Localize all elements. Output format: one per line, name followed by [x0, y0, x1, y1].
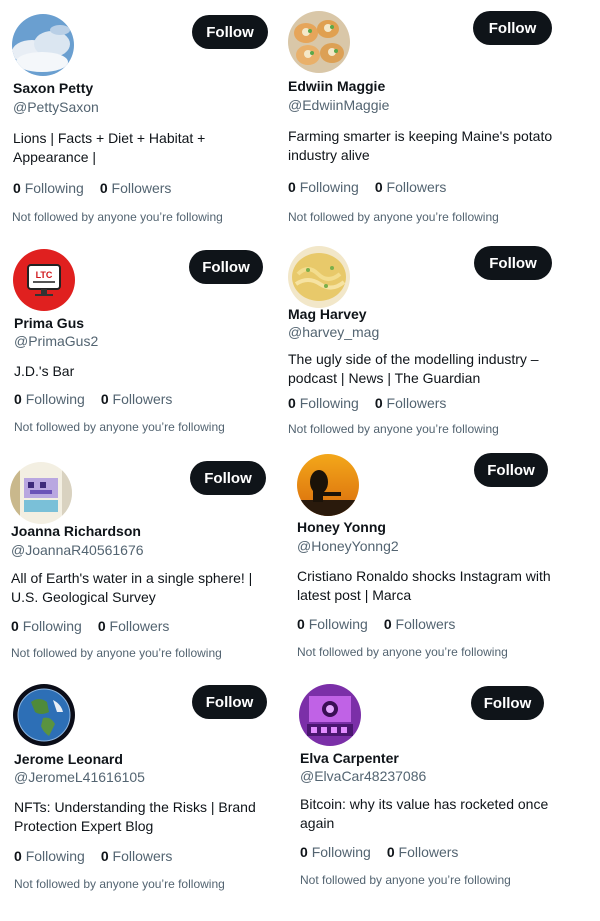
follow-stats: 0 Following 0 Followers	[13, 180, 171, 196]
follow-stats: 0 Following 0 Followers	[300, 844, 458, 860]
mutual-note: Not followed by anyone you’re following	[288, 422, 499, 436]
mutual-note: Not followed by anyone you’re following	[11, 646, 222, 660]
user-handle[interactable]: @HoneyYonng2	[297, 538, 399, 554]
followers-label[interactable]: Followers	[112, 180, 172, 196]
following-count: 0	[288, 179, 296, 195]
follow-button[interactable]: Follow	[192, 685, 267, 719]
followers-count: 0	[97, 618, 106, 634]
following-count: 0	[297, 616, 305, 632]
follow-button[interactable]: Follow	[473, 11, 552, 45]
follow-stats: 0 Following 0 Followers	[288, 395, 446, 411]
user-name[interactable]: Joanna Richardson	[11, 523, 141, 539]
user-handle[interactable]: @PettySaxon	[13, 99, 99, 115]
followers-label[interactable]: Followers	[396, 616, 456, 632]
user-name[interactable]: Honey Yonng	[297, 519, 386, 535]
following-label[interactable]: Following	[26, 391, 85, 407]
following-count: 0	[300, 844, 308, 860]
avatar[interactable]	[13, 684, 75, 746]
user-card[interactable]: Follow Saxon Petty @PettySaxon Lions | F…	[0, 0, 276, 224]
user-handle[interactable]: @PrimaGus2	[14, 333, 98, 349]
avatar[interactable]	[12, 14, 74, 76]
follow-button[interactable]: Follow	[474, 246, 552, 280]
followers-label[interactable]: Followers	[113, 848, 173, 864]
follow-stats: 0 Following 0 Followers	[14, 848, 172, 864]
following-count: 0	[13, 180, 21, 196]
following-count: 0	[288, 395, 296, 411]
user-card[interactable]: Follow Honey Yonng @HoneyYonng2 Cristian…	[282, 452, 558, 672]
follow-button[interactable]: Follow	[192, 15, 268, 49]
svg-text:LTC: LTC	[36, 270, 53, 280]
user-bio: Cristiano Ronaldo shocks Instagram with …	[297, 568, 551, 603]
following-count: 0	[14, 848, 22, 864]
followers-label[interactable]: Followers	[113, 391, 173, 407]
follow-button[interactable]: Follow	[189, 250, 263, 284]
following-count: 0	[11, 618, 19, 634]
user-card[interactable]: Follow Joanna Richardson @JoannaR4056167…	[0, 452, 276, 672]
user-name[interactable]: Mag Harvey	[288, 306, 367, 322]
followers-count: 0	[100, 391, 109, 407]
user-name[interactable]: Edwiin Maggie	[288, 78, 385, 94]
followers-label[interactable]: Followers	[387, 179, 447, 195]
followers-count: 0	[99, 180, 108, 196]
user-bio: Bitcoin: why its value has rocketed once…	[300, 796, 549, 831]
following-label[interactable]: Following	[309, 616, 368, 632]
user-handle[interactable]: @JeromeL41616105	[14, 769, 145, 785]
mutual-note: Not followed by anyone you’re following	[12, 210, 223, 224]
user-bio: The ugly side of the modelling industry …	[288, 351, 539, 386]
user-bio: All of Earth's water in a single sphere!…	[11, 570, 253, 605]
followers-count: 0	[374, 179, 383, 195]
followers-label[interactable]: Followers	[110, 618, 170, 634]
followers-count: 0	[100, 848, 109, 864]
user-handle[interactable]: @harvey_mag	[288, 324, 379, 340]
user-bio: Lions | Facts + Diet + Habitat + Appeara…	[13, 130, 206, 165]
following-label[interactable]: Following	[312, 844, 371, 860]
user-card[interactable]: Follow Edwiin Maggie @EdwiinMaggie Farmi…	[282, 0, 558, 224]
avatar[interactable]	[299, 684, 361, 746]
following-label[interactable]: Following	[300, 179, 359, 195]
follow-button[interactable]: Follow	[471, 686, 544, 720]
mutual-note: Not followed by anyone you’re following	[14, 877, 225, 891]
user-name[interactable]: Jerome Leonard	[14, 751, 123, 767]
mutual-note: Not followed by anyone you’re following	[14, 420, 225, 434]
user-name[interactable]: Elva Carpenter	[300, 750, 399, 766]
follow-button[interactable]: Follow	[474, 453, 548, 487]
avatar[interactable]	[297, 454, 359, 516]
following-label[interactable]: Following	[23, 618, 82, 634]
following-count: 0	[14, 391, 22, 407]
user-card[interactable]: Follow Mag Harvey @harvey_mag The ugly s…	[282, 236, 558, 456]
followers-count: 0	[383, 616, 392, 632]
user-handle[interactable]: @EdwiinMaggie	[288, 97, 389, 113]
followers-label[interactable]: Followers	[399, 844, 459, 860]
user-handle[interactable]: @JoannaR40561676	[11, 542, 144, 558]
avatar[interactable]	[10, 462, 72, 524]
user-name[interactable]: Saxon Petty	[13, 80, 93, 96]
avatar[interactable]: LTC	[13, 249, 75, 311]
user-handle[interactable]: @ElvaCar48237086	[300, 768, 426, 784]
followers-count: 0	[374, 395, 383, 411]
mutual-note: Not followed by anyone you’re following	[300, 873, 511, 887]
follow-stats: 0 Following 0 Followers	[297, 616, 455, 632]
following-label[interactable]: Following	[26, 848, 85, 864]
following-label[interactable]: Following	[300, 395, 359, 411]
user-bio: NFTs: Understanding the Risks | Brand Pr…	[14, 799, 256, 834]
user-name[interactable]: Prima Gus	[14, 315, 84, 331]
following-label[interactable]: Following	[25, 180, 84, 196]
followers-count: 0	[386, 844, 395, 860]
user-card[interactable]: Follow Jerome Leonard @JeromeL41616105 N…	[0, 678, 276, 898]
user-bio: J.D.'s Bar	[14, 363, 75, 379]
user-card[interactable]: Follow Elva Carpenter @ElvaCar48237086 B…	[282, 678, 558, 898]
mutual-note: Not followed by anyone you’re following	[288, 210, 499, 224]
avatar[interactable]	[288, 11, 350, 73]
follow-stats: 0 Following 0 Followers	[11, 618, 169, 634]
follow-button[interactable]: Follow	[190, 461, 266, 495]
avatar[interactable]	[288, 246, 350, 308]
followers-label[interactable]: Followers	[387, 395, 447, 411]
follow-stats: 0 Following 0 Followers	[288, 179, 446, 195]
user-card[interactable]: LTC Follow Prima Gus @PrimaGus2 J.D.'s B…	[0, 236, 276, 456]
mutual-note: Not followed by anyone you’re following	[297, 645, 508, 659]
follow-stats: 0 Following 0 Followers	[14, 391, 172, 407]
user-bio: Farming smarter is keeping Maine's potat…	[288, 128, 553, 163]
